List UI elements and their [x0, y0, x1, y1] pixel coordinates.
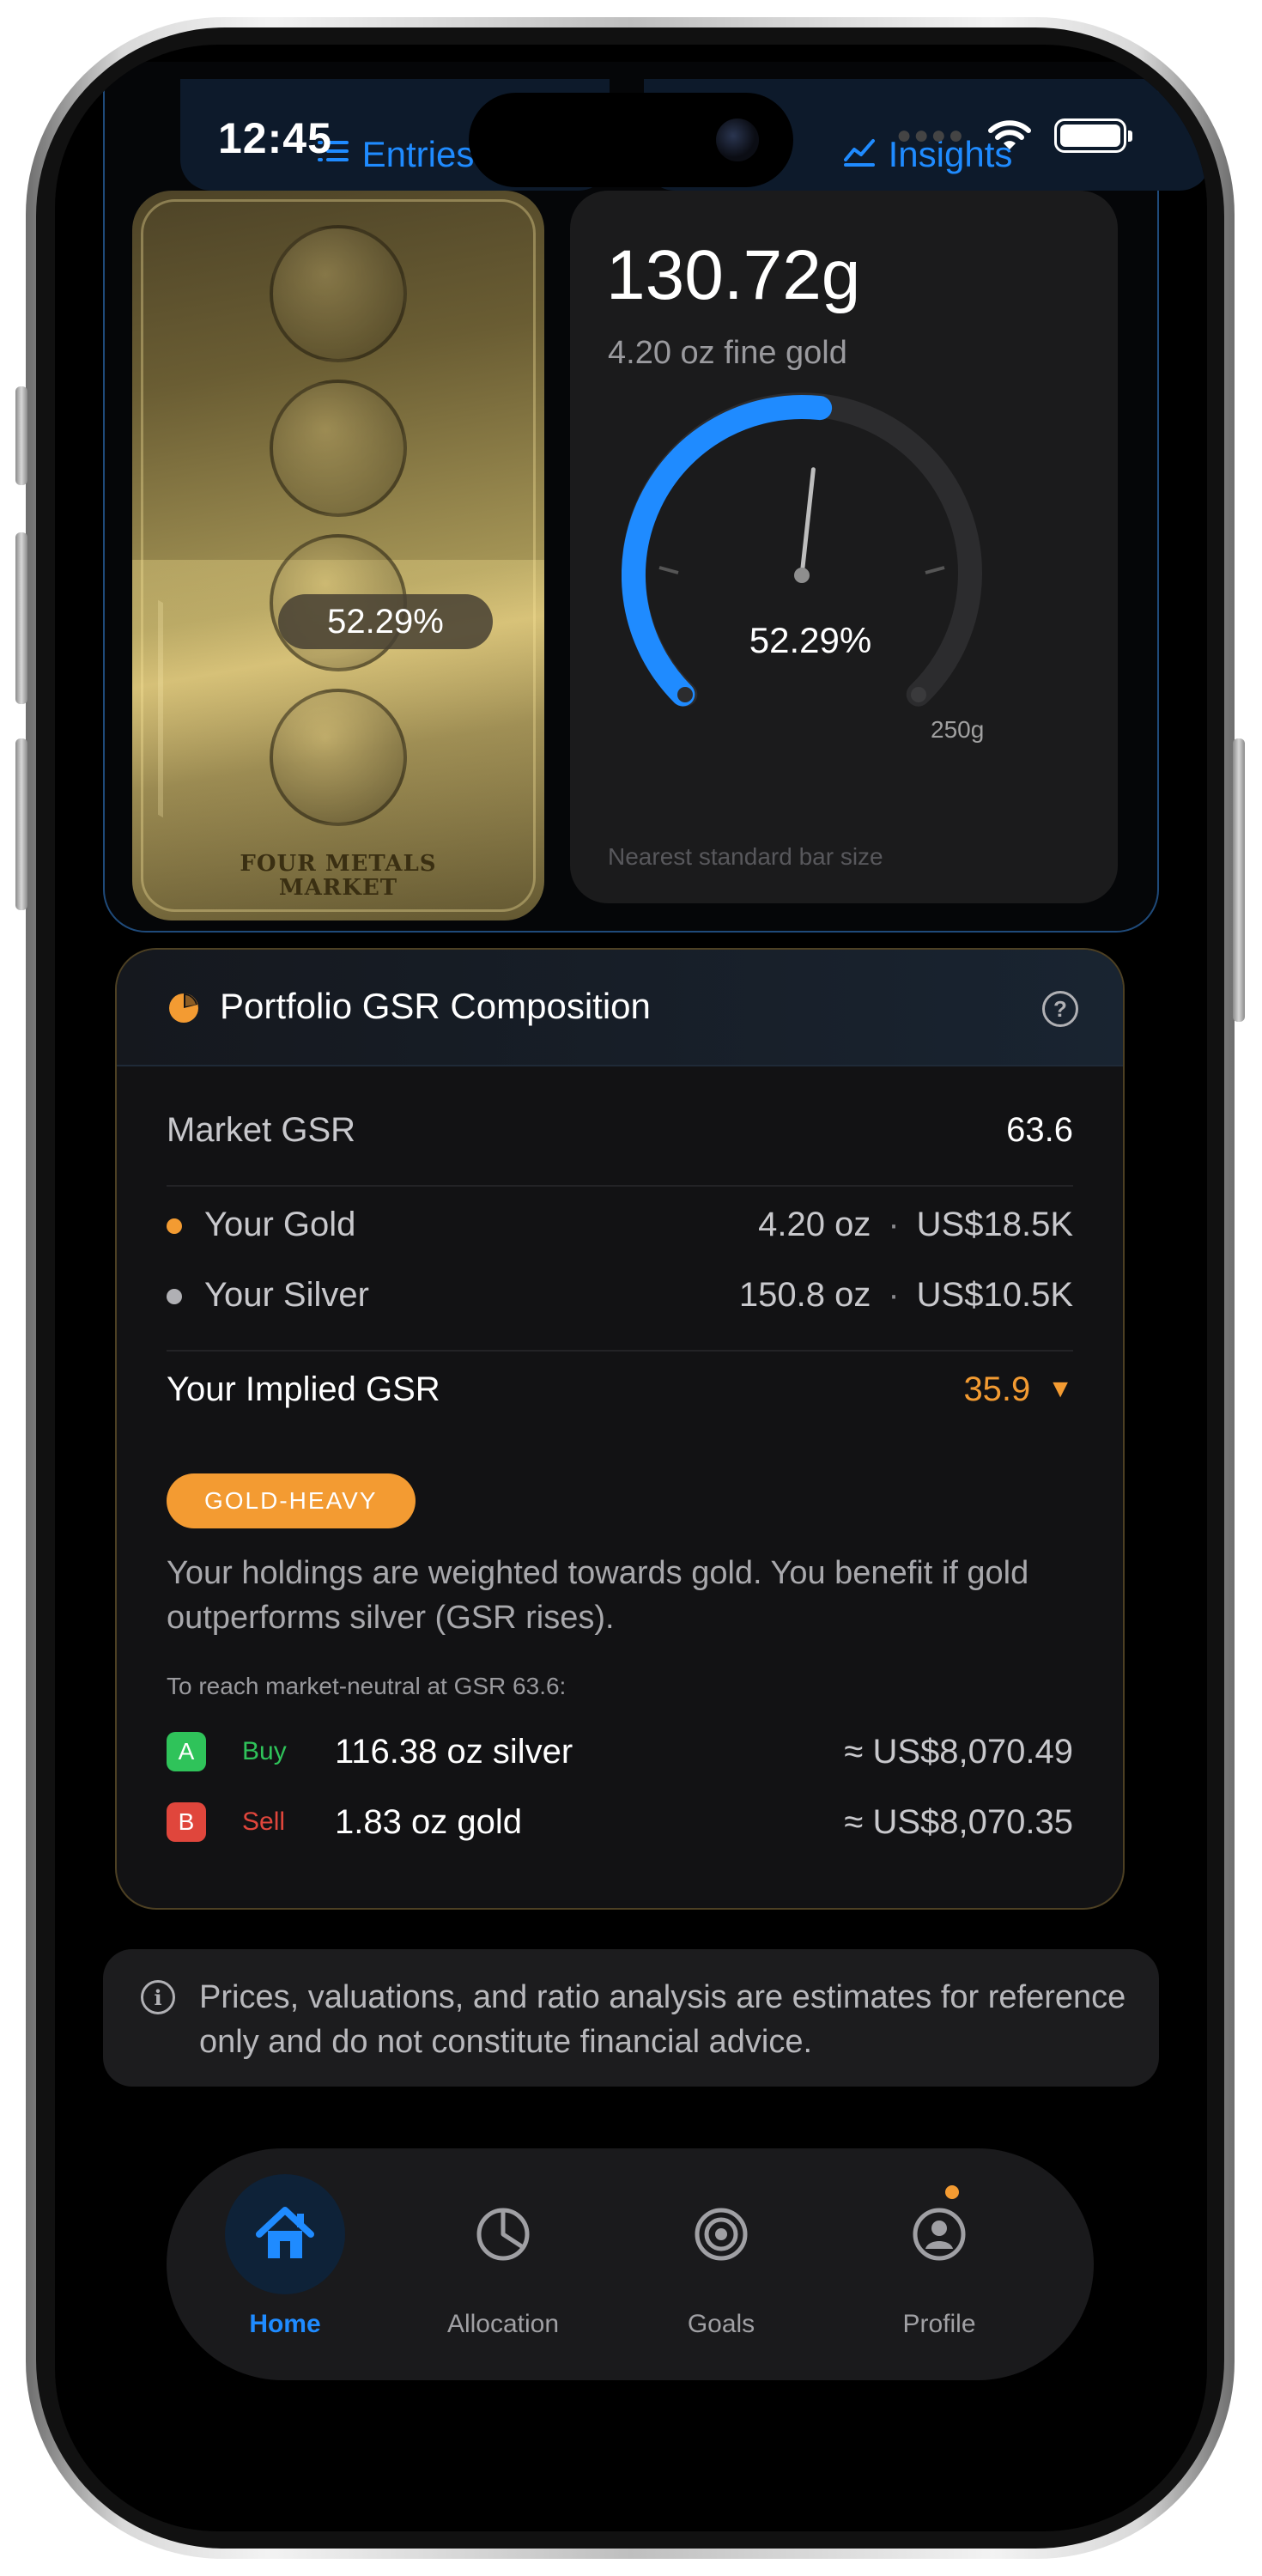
gsr-card-title: Portfolio GSR Composition: [220, 986, 651, 1026]
silver-dot-icon: [167, 1288, 182, 1304]
implied-gsr-value: 35.9: [963, 1370, 1031, 1408]
profile-icon: [879, 2174, 999, 2294]
market-gsr-label: Market GSR: [167, 1110, 356, 1149]
dynamic-island: [469, 93, 793, 187]
tab-home[interactable]: Home: [199, 2174, 371, 2363]
bar-percent-pill: 52.29%: [278, 594, 493, 649]
tab-profile-label: Profile: [902, 2310, 976, 2338]
gauge-hub: [794, 568, 810, 583]
tab-goals[interactable]: Goals: [635, 2174, 807, 2363]
market-gsr-value: 63.6: [1006, 1110, 1073, 1149]
gauge-start-cap: [677, 687, 693, 702]
down-arrow-icon: ▼: [1047, 1375, 1073, 1403]
action-amount: ≈ US$8,070.35: [844, 1802, 1073, 1841]
gsr-card-header: Portfolio GSR Composition ?: [117, 950, 1123, 1066]
gauge-note: Nearest standard bar size: [608, 843, 883, 870]
gold-holding-row: Your Gold 4.20 oz · US$18.5K: [167, 1199, 1073, 1250]
gold-label: Your Gold: [204, 1205, 356, 1243]
market-gsr-row: Market GSR 63.6: [167, 1104, 1073, 1156]
separator: ·: [888, 1205, 900, 1243]
silver-value: US$10.5K: [916, 1275, 1073, 1314]
bar-emblem: [270, 225, 407, 362]
bottom-tab-bar: Home Allocation Goals Profile: [167, 2148, 1094, 2380]
bar-emblem-flame: [270, 689, 407, 826]
total-weight: 130.72g: [606, 236, 861, 314]
home-icon: [225, 2174, 345, 2294]
volume-up-button: [15, 532, 27, 704]
battery-icon: [1054, 118, 1133, 153]
tab-home-label: Home: [249, 2310, 321, 2338]
gsr-composition-card: Portfolio GSR Composition ? Market GSR 6…: [115, 948, 1125, 1910]
implied-gsr-label: Your Implied GSR: [167, 1370, 440, 1408]
help-icon[interactable]: ?: [1042, 991, 1078, 1027]
tab-allocation-label: Allocation: [446, 2310, 560, 2338]
rebalance-action-row: A Buy 116.38 oz silver ≈ US$8,070.49: [167, 1726, 1073, 1777]
fine-gold-weight: 4.20 oz fine gold: [608, 335, 847, 371]
tab-profile[interactable]: Profile: [853, 2174, 1025, 2363]
rebalance-action-row: B Sell 1.83 oz gold ≈ US$8,070.35: [167, 1796, 1073, 1848]
tab-goals-label: Goals: [687, 2310, 755, 2338]
action-quantity: 116.38 oz silver: [335, 1732, 573, 1771]
gold-value: US$18.5K: [916, 1205, 1073, 1243]
power-button: [1233, 738, 1245, 1022]
gauge-needle: [799, 467, 816, 578]
silver-ounces: 150.8 oz: [738, 1275, 871, 1314]
gold-heavy-badge: GOLD-HEAVY: [167, 1473, 416, 1528]
notification-dot: [943, 2183, 962, 2202]
app-screen: Entries Insights Four Metals Market 52.2…: [55, 45, 1207, 2531]
action-amount: ≈ US$8,070.49: [844, 1732, 1073, 1771]
bar-emblem: [270, 380, 407, 517]
camera-icon: [716, 118, 759, 161]
gold-bar-image: Four Metals Market 52.29%: [132, 191, 544, 920]
wifi-icon: [988, 120, 1032, 149]
disclaimer-box: i Prices, valuations, and ratio analysis…: [103, 1949, 1159, 2087]
silver-label: Your Silver: [204, 1275, 369, 1314]
bar-logo-line2: Market: [278, 875, 398, 901]
silver-holding-row: Your Silver 150.8 oz · US$10.5K: [167, 1269, 1073, 1321]
action-verb: Buy: [242, 1737, 287, 1765]
pie-chart-icon: [169, 993, 198, 1023]
target-icon: [661, 2174, 781, 2294]
separator: ·: [888, 1275, 900, 1314]
action-letter-badge: A: [167, 1732, 206, 1771]
market-neutral-note: To reach market-neutral at GSR 63.6:: [167, 1673, 567, 1699]
status-time: 12:45: [218, 114, 332, 162]
chart-line-icon: [842, 134, 877, 191]
tab-allocation[interactable]: Allocation: [417, 2174, 589, 2363]
action-quantity: 1.83 oz gold: [335, 1802, 522, 1841]
gauge-card: 130.72g 4.20 oz fine gold 52.29% 250g Ne…: [570, 191, 1118, 903]
divider: [167, 1185, 1073, 1187]
fill-gauge: [622, 392, 982, 707]
disclaimer-text: Prices, valuations, and ratio analysis a…: [199, 1979, 1126, 2060]
action-verb: Sell: [242, 1807, 286, 1836]
volume-down-button: [15, 738, 27, 910]
gauge-max-label: 250g: [931, 716, 985, 743]
info-icon: i: [141, 1980, 175, 2014]
gsr-explanation: Your holdings are weighted towards gold.…: [167, 1555, 1029, 1636]
gold-ounces: 4.20 oz: [758, 1205, 871, 1243]
implied-gsr-row: Your Implied GSR 35.9 ▼: [167, 1364, 1073, 1415]
gauge-end-cap: [911, 687, 926, 702]
gold-dot-icon: [167, 1218, 182, 1234]
pie-chart-icon: [443, 2174, 563, 2294]
gauge-percent: 52.29%: [749, 620, 872, 660]
tab-entries-label: Entries: [361, 134, 475, 174]
status-icons: ●●●●: [896, 118, 1133, 153]
bar-logo: Four Metals Market: [132, 852, 544, 900]
action-letter-badge: B: [167, 1802, 206, 1842]
signal-dots-icon: ●●●●: [896, 121, 966, 149]
divider: [167, 1350, 1073, 1352]
action-button: [15, 386, 27, 485]
bar-logo-line1: Four Metals: [240, 851, 437, 877]
